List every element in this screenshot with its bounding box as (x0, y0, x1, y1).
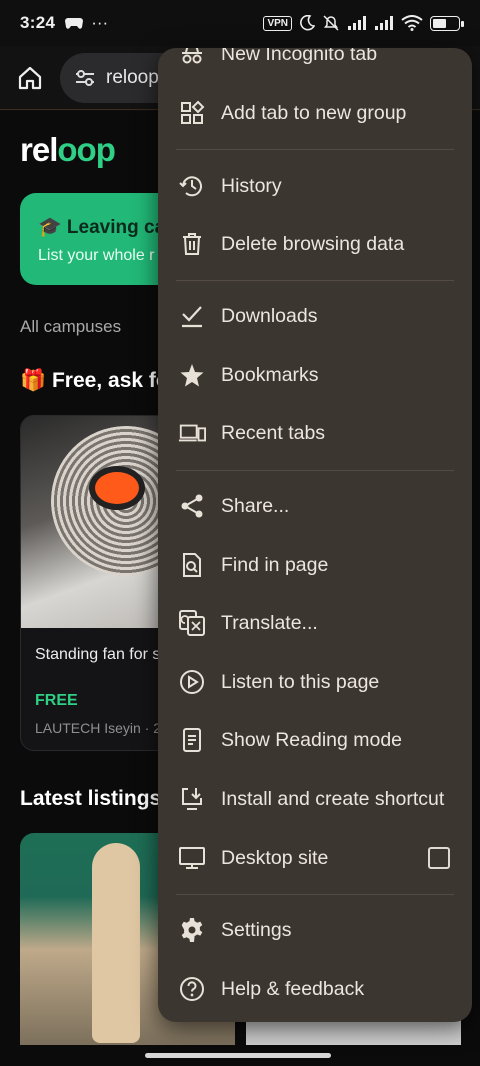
download-check-icon (178, 302, 206, 330)
site-logo[interactable]: reloop (20, 131, 116, 169)
home-button[interactable] (10, 58, 50, 98)
listing-meta: LAUTECH Iseyin · 25 (35, 720, 169, 736)
menu-item-new-incognito-tab[interactable]: New Incognito tab (158, 48, 472, 82)
vpn-badge: VPN (263, 15, 292, 31)
menu-item-downloads[interactable]: Downloads (158, 288, 472, 344)
desktop-site-checkbox[interactable] (428, 847, 450, 869)
menu-divider (176, 470, 454, 471)
bell-muted-icon (322, 15, 340, 31)
menu-item-delete-browsing-data[interactable]: Delete browsing data (158, 216, 472, 272)
devices-icon (178, 419, 206, 447)
menu-item-install-shortcut[interactable]: Install and create shortcut (158, 771, 472, 827)
gesture-bar[interactable] (145, 1053, 331, 1058)
desktop-icon (178, 844, 206, 872)
menu-item-help-feedback[interactable]: Help & feedback (158, 961, 472, 1017)
signal-icon-1 (347, 16, 367, 30)
menu-item-share[interactable]: Share... (158, 478, 472, 534)
menu-item-reading-mode[interactable]: Show Reading mode (158, 712, 472, 768)
star-icon (178, 361, 206, 389)
play-circle-icon (178, 668, 206, 696)
overflow-menu: New Incognito tab Add tab to new group H… (158, 48, 472, 1022)
gear-icon (178, 916, 206, 944)
menu-divider (176, 280, 454, 281)
gamepad-icon (65, 16, 84, 30)
latest-section-title: Latest listings (20, 787, 162, 810)
history-icon (178, 172, 206, 200)
menu-item-listen-to-page[interactable]: Listen to this page (158, 654, 472, 710)
menu-item-desktop-site[interactable]: Desktop site (158, 830, 472, 886)
incognito-icon (178, 48, 206, 68)
listing-title: Standing fan for s (35, 646, 161, 663)
battery-icon (430, 15, 464, 31)
free-section-title: 🎁 Free, ask fo (20, 369, 169, 392)
menu-divider (176, 149, 454, 150)
menu-item-history[interactable]: History (158, 158, 472, 214)
menu-item-find-in-page[interactable]: Find in page (158, 537, 472, 593)
status-bar: 3:24 ··· VPN (0, 0, 480, 46)
find-in-page-icon (178, 551, 206, 579)
more-notifications-icon: ··· (91, 13, 109, 32)
menu-item-translate[interactable]: Translate... (158, 595, 472, 651)
signal-icon-2 (374, 16, 394, 30)
menu-divider (176, 894, 454, 895)
wifi-icon (401, 15, 423, 31)
url-text[interactable]: reloop. (106, 67, 164, 89)
help-icon (178, 975, 206, 1003)
moon-icon (299, 15, 315, 31)
listing-price: FREE (35, 692, 78, 709)
home-icon (18, 66, 42, 89)
menu-item-recent-tabs[interactable]: Recent tabs (158, 405, 472, 461)
status-time: 3:24 (20, 13, 56, 32)
menu-item-settings[interactable]: Settings (158, 902, 472, 958)
campus-filter[interactable]: All campuses (20, 317, 121, 337)
translate-icon (178, 609, 206, 637)
share-icon (178, 492, 206, 520)
tune-icon[interactable] (74, 68, 96, 88)
menu-item-add-tab-to-group[interactable]: Add tab to new group (158, 85, 472, 141)
tab-group-icon (178, 99, 206, 127)
install-icon (178, 785, 206, 813)
menu-item-bookmarks[interactable]: Bookmarks (158, 347, 472, 403)
reading-mode-icon (178, 726, 206, 754)
trash-icon (178, 230, 206, 258)
